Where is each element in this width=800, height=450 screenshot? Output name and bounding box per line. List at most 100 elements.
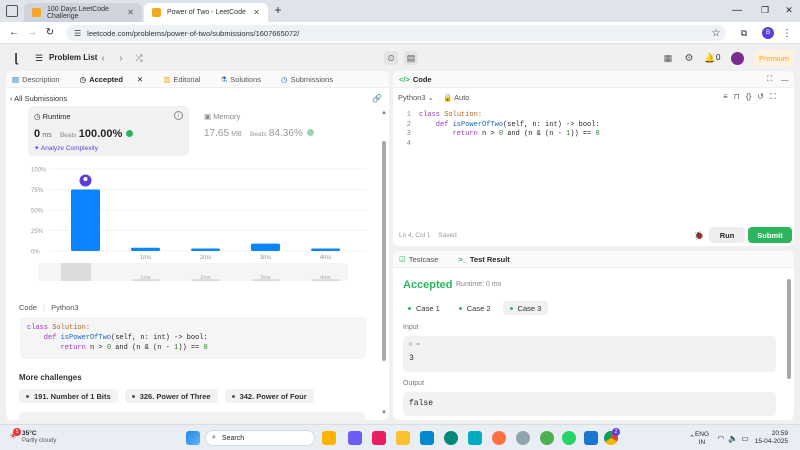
debug-icon[interactable]: 🐞 [693,229,705,241]
runtime-card[interactable]: ◷ Runtime i 0 ms Beats 100.00% ✦ Analyze… [28,106,189,156]
tab-actions-icon[interactable] [6,5,18,17]
new-tab-icon[interactable]: + [272,3,284,17]
next-problem-icon[interactable]: › [116,52,126,64]
whatsapp-icon[interactable] [562,431,576,445]
auto-toggle[interactable]: 🔒 Auto [443,93,469,102]
bookmark-icon[interactable]: ⊓ [734,92,740,102]
layout-icon[interactable]: ▦ [662,52,674,64]
timer-icon[interactable]: ⏲ [384,51,398,65]
result-scrollbar[interactable] [787,279,791,379]
reload-icon[interactable]: ↻ [44,26,56,38]
notes-icon[interactable]: ▤ [404,51,418,65]
chrome-app-icon[interactable] [540,431,554,445]
close-window-icon[interactable]: ✕ [782,4,796,16]
link-icon[interactable]: 🔗 [372,93,382,103]
analyze-complexity-link[interactable]: ✦ Analyze Complexity [34,144,98,152]
browser-tab-power-of-two[interactable]: Power of Two - LeetCode ✕ [144,3,268,22]
reset-icon[interactable]: ↺ [757,92,764,102]
code-line: class Solution: [419,111,483,119]
memory-card[interactable]: ▣ Memory 17.65 MB Beats 84.36% [202,106,352,156]
edge-icon[interactable] [444,431,458,445]
scroll-down-icon[interactable]: ▼ [380,409,388,417]
photos-icon[interactable] [584,431,598,445]
minimize-panel-icon[interactable]: — [781,75,789,84]
back-icon[interactable]: ← [8,26,20,38]
problem-list-icon[interactable]: ☰ [34,53,44,63]
runtime-value: 0 [34,128,41,140]
info-icon[interactable]: i [174,111,183,120]
bookmark-star-icon[interactable]: ☆ [710,27,722,39]
url-field[interactable]: ☰ leetcode.com/problems/power-of-two/sub… [66,25,726,41]
runtime-distribution-chart[interactable]: 100%75%50%25%0%1ms 2ms 3ms 4ms1ms 2ms 3ms 4ms [16,161,376,296]
format-icon[interactable]: ≡ [723,92,728,102]
code-tab[interactable]: </> Code [399,75,442,84]
shuffle-icon[interactable]: ⤮ [134,52,144,64]
code-editor[interactable]: class Solution: def isPowerOfTwo(self, n… [419,111,789,140]
x-tick-label: 3ms [260,255,271,261]
app-icon[interactable] [516,431,530,445]
output-label: Output [403,380,425,387]
language-selector[interactable]: Python3 ⌄ [398,93,434,102]
clock[interactable]: 20:59 15-04-2025 [754,430,788,446]
minimize-icon[interactable]: — [730,4,744,16]
tab-testcase[interactable]: ☑ Testcase [399,255,448,264]
expand-icon[interactable]: ⛶ [767,74,772,84]
line-number: 2 [406,120,411,129]
premium-button[interactable]: Premium [754,50,794,66]
extensions-icon[interactable]: ⧉ [738,27,750,39]
file-explorer-icon[interactable] [396,431,410,445]
user-avatar[interactable] [731,52,744,65]
store-icon[interactable] [420,431,434,445]
input-label: Input [403,324,419,331]
run-button[interactable]: Run [709,227,745,243]
copilot-icon[interactable] [348,431,362,445]
site-info-icon[interactable]: ☰ [74,29,81,38]
close-tab-icon[interactable]: ✕ [127,8,134,17]
submit-button[interactable]: Submit [748,227,792,243]
browser-tab-challenge[interactable]: 100 Days LeetCode Challenge ✕ [24,3,142,22]
profile-avatar[interactable]: B [762,27,774,39]
volume-icon[interactable]: 🔈 [728,433,738,443]
tab-test-result[interactable]: >_ Test Result [458,255,519,264]
chevron-down-icon: ⌄ [425,93,434,102]
maximize-icon[interactable]: ❐ [758,4,772,16]
tab-solutions[interactable]: ⚗ Solutions [220,75,271,84]
taskbar-search[interactable]: ⌕ Search [205,430,315,446]
battery-icon[interactable]: ▭ [740,433,750,443]
widgets-icon[interactable] [322,431,336,445]
submitted-code-block[interactable]: class Solution: def isPowerOfTwo(self, n… [20,317,366,359]
windows-start-icon[interactable] [186,431,200,445]
scroll-up-icon[interactable]: ▲ [380,109,388,117]
all-submissions-link[interactable]: ‹ All Submissions [10,94,67,103]
challenge-chip[interactable]: 191. Number of 1 Bits [19,389,118,403]
challenge-chip[interactable]: 326. Power of Three [124,389,218,403]
case-tab-3[interactable]: Case 3 [502,301,549,315]
y-tick-label: 100% [31,168,47,174]
task-view-icon[interactable] [372,431,386,445]
settings-gear-icon[interactable]: ⚙ [683,52,695,64]
forward-icon[interactable]: → [26,26,38,38]
close-tab-icon[interactable]: ✕ [253,8,260,17]
tab-editorial[interactable]: ▥ Editorial [163,75,210,84]
case-tab-1[interactable]: Case 1 [401,301,447,315]
case-tab-2[interactable]: Case 2 [451,301,498,315]
beats-label: Beats [250,131,267,138]
language-indicator[interactable]: ENG IN [694,431,710,447]
camera-icon[interactable] [468,431,482,445]
browser-menu-icon[interactable]: ⋮ [782,27,792,39]
braces-icon[interactable]: {} [746,92,751,102]
close-tab-icon[interactable]: ✕ [137,75,143,84]
code-line: return n > 0 and (n & (n - 1)) == 0 [419,130,600,138]
prev-problem-icon[interactable]: ‹ [98,52,108,64]
tab-accepted[interactable]: ◷ Accepted ✕ [80,75,154,84]
tab-description[interactable]: ▤ Description [12,75,70,84]
firefox-icon[interactable] [492,431,506,445]
challenge-chip[interactable]: 342. Power of Four [224,389,314,403]
problem-list-link[interactable]: Problem List [49,53,97,62]
tab-submissions[interactable]: ◷ Submissions [281,75,343,84]
wifi-icon[interactable]: ◠ [716,433,726,443]
code-line: class Solution: [27,324,91,332]
leetcode-logo-icon[interactable]: ɭ [10,51,22,65]
left-scrollbar[interactable] [382,141,386,361]
fullscreen-icon[interactable]: ⛶ [770,92,776,102]
